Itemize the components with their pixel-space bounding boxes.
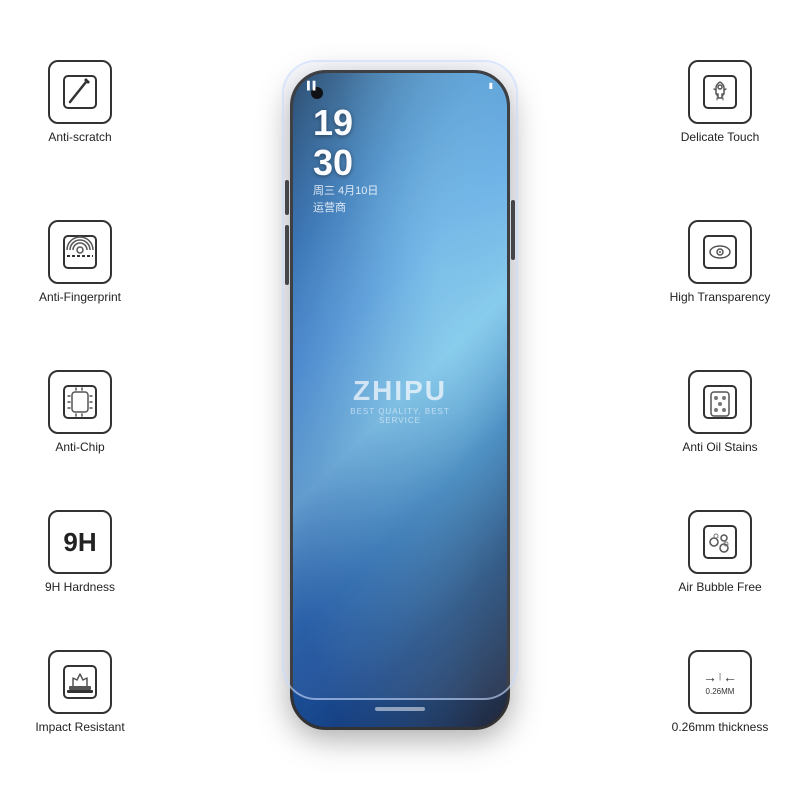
oil-icon <box>702 384 738 420</box>
air-bubble-label: Air Bubble Free <box>678 580 761 594</box>
screen-date: 周三 4月10日 运营商 <box>313 183 378 216</box>
arrow-left: ← <box>723 669 737 685</box>
transparency-icon-box <box>688 220 752 284</box>
arrow-right: → <box>703 669 717 685</box>
battery-icon: ▮ <box>489 81 493 90</box>
feature-thickness: → | ← 0.26MM 0.26mm thickness <box>660 650 780 734</box>
feature-air-bubble: Air Bubble Free <box>660 510 780 594</box>
phone-wrapper: ▌▌ ▮ 19 30 周三 4月10日 运营商 ZHIPU BEST QUALI… <box>290 60 510 740</box>
main-container: Anti-scratch Anti-Fingerprint <box>0 0 800 800</box>
impact-icon <box>62 664 98 700</box>
screen-brand: ZHIPU BEST QUALITY, BEST SERVICE <box>347 375 454 425</box>
thickness-arrows: → | ← <box>703 669 737 685</box>
feature-delicate-touch: Delicate Touch <box>660 60 780 144</box>
phone-screen: ▌▌ ▮ 19 30 周三 4月10日 运营商 ZHIPU BEST QUALI… <box>293 73 507 727</box>
9h-icon-box: 9H <box>48 510 112 574</box>
feature-anti-scratch: Anti-scratch <box>20 60 140 144</box>
bubble-icon <box>702 524 738 560</box>
status-bar: ▌▌ ▮ <box>293 81 507 90</box>
feature-high-transparency: High Transparency <box>660 220 780 304</box>
thickness-value-small: | <box>719 672 721 681</box>
high-transparency-label: High Transparency <box>670 290 771 304</box>
phone-body: ▌▌ ▮ 19 30 周三 4月10日 运营商 ZHIPU BEST QUALI… <box>290 70 510 730</box>
touch-icon <box>702 74 738 110</box>
thickness-label: 0.26mm thickness <box>672 720 769 734</box>
transparency-icon <box>702 234 738 270</box>
bubble-icon-box <box>688 510 752 574</box>
impact-label: Impact Resistant <box>35 720 124 734</box>
anti-scratch-label: Anti-scratch <box>48 130 111 144</box>
feature-anti-fingerprint: Anti-Fingerprint <box>20 220 140 304</box>
side-button-left2 <box>285 225 289 285</box>
scratch-icon <box>62 74 98 110</box>
chip-icon <box>62 384 98 420</box>
9h-label: 9H Hardness <box>45 580 115 594</box>
anti-fingerprint-label: Anti-Fingerprint <box>39 290 121 304</box>
delicate-touch-label: Delicate Touch <box>681 130 760 144</box>
9h-text: 9H <box>63 527 96 558</box>
thickness-mm-label: 0.26MM <box>706 687 735 696</box>
date-display: 周三 4月10日 运营商 <box>313 185 378 214</box>
anti-oil-label: Anti Oil Stains <box>682 440 757 454</box>
oil-icon-box <box>688 370 752 434</box>
feature-anti-oil: Anti Oil Stains <box>660 370 780 454</box>
delicate-touch-icon-box <box>688 60 752 124</box>
anti-scratch-icon-box <box>48 60 112 124</box>
feature-anti-chip: Anti-Chip <box>20 370 140 454</box>
side-button-left1 <box>285 180 289 215</box>
brand-tagline: BEST QUALITY, BEST SERVICE <box>347 407 454 425</box>
phone-section: ▌▌ ▮ 19 30 周三 4月10日 运营商 ZHIPU BEST QUALI… <box>280 50 520 750</box>
feature-9h-hardness: 9H 9H Hardness <box>20 510 140 594</box>
anti-fingerprint-icon-box <box>48 220 112 284</box>
home-indicator <box>375 707 425 711</box>
impact-icon-box <box>48 650 112 714</box>
anti-chip-label: Anti-Chip <box>55 440 104 454</box>
time-display: 19 30 <box>313 102 353 183</box>
signal-icon: ▌▌ <box>307 81 318 90</box>
screen-time: 19 30 <box>313 103 353 182</box>
brand-name: ZHIPU <box>347 375 454 407</box>
feature-impact-resistant: Impact Resistant <box>20 650 140 734</box>
fingerprint-icon <box>62 234 98 270</box>
anti-chip-icon-box <box>48 370 112 434</box>
thickness-icon-box: → | ← 0.26MM <box>688 650 752 714</box>
side-button-right <box>511 200 515 260</box>
